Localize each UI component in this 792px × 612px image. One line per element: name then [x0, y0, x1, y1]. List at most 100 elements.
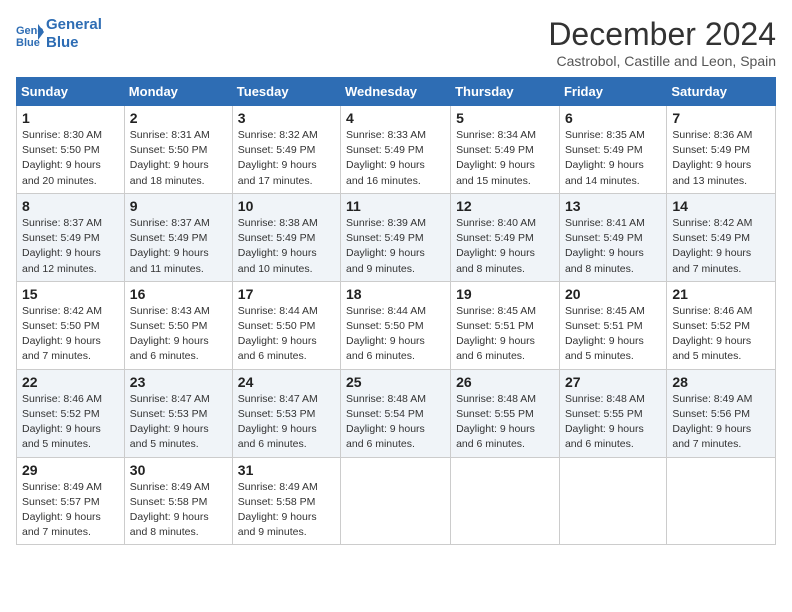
calendar-table: SundayMondayTuesdayWednesdayThursdayFrid…	[16, 77, 776, 545]
day-number: 23	[130, 374, 227, 390]
day-number: 6	[565, 110, 661, 126]
weekday-header-friday: Friday	[559, 78, 666, 106]
day-info: Sunrise: 8:48 AMSunset: 5:55 PMDaylight:…	[456, 392, 554, 453]
calendar-cell: 21 Sunrise: 8:46 AMSunset: 5:52 PMDaylig…	[667, 281, 776, 369]
calendar-cell: 15 Sunrise: 8:42 AMSunset: 5:50 PMDaylig…	[17, 281, 125, 369]
day-number: 12	[456, 198, 554, 214]
day-info: Sunrise: 8:39 AMSunset: 5:49 PMDaylight:…	[346, 216, 445, 277]
day-info: Sunrise: 8:45 AMSunset: 5:51 PMDaylight:…	[565, 304, 661, 365]
day-number: 11	[346, 198, 445, 214]
logo: General Blue General Blue	[16, 16, 102, 52]
day-number: 13	[565, 198, 661, 214]
day-number: 16	[130, 286, 227, 302]
calendar-cell: 18 Sunrise: 8:44 AMSunset: 5:50 PMDaylig…	[341, 281, 451, 369]
calendar-cell: 13 Sunrise: 8:41 AMSunset: 5:49 PMDaylig…	[559, 193, 666, 281]
day-info: Sunrise: 8:48 AMSunset: 5:55 PMDaylight:…	[565, 392, 661, 453]
day-info: Sunrise: 8:41 AMSunset: 5:49 PMDaylight:…	[565, 216, 661, 277]
day-number: 24	[238, 374, 335, 390]
day-number: 9	[130, 198, 227, 214]
calendar-cell: 20 Sunrise: 8:45 AMSunset: 5:51 PMDaylig…	[559, 281, 666, 369]
calendar-cell: 5 Sunrise: 8:34 AMSunset: 5:49 PMDayligh…	[451, 106, 560, 194]
calendar-cell: 11 Sunrise: 8:39 AMSunset: 5:49 PMDaylig…	[341, 193, 451, 281]
day-number: 17	[238, 286, 335, 302]
calendar-cell: 1 Sunrise: 8:30 AMSunset: 5:50 PMDayligh…	[17, 106, 125, 194]
calendar-cell: 22 Sunrise: 8:46 AMSunset: 5:52 PMDaylig…	[17, 369, 125, 457]
calendar-cell: 27 Sunrise: 8:48 AMSunset: 5:55 PMDaylig…	[559, 369, 666, 457]
day-number: 14	[672, 198, 770, 214]
calendar-cell	[341, 457, 451, 545]
day-number: 2	[130, 110, 227, 126]
day-number: 20	[565, 286, 661, 302]
day-info: Sunrise: 8:35 AMSunset: 5:49 PMDaylight:…	[565, 128, 661, 189]
day-info: Sunrise: 8:32 AMSunset: 5:49 PMDaylight:…	[238, 128, 335, 189]
svg-text:Blue: Blue	[16, 37, 40, 48]
day-info: Sunrise: 8:45 AMSunset: 5:51 PMDaylight:…	[456, 304, 554, 365]
calendar-cell: 4 Sunrise: 8:33 AMSunset: 5:49 PMDayligh…	[341, 106, 451, 194]
day-info: Sunrise: 8:44 AMSunset: 5:50 PMDaylight:…	[238, 304, 335, 365]
calendar-cell: 10 Sunrise: 8:38 AMSunset: 5:49 PMDaylig…	[232, 193, 340, 281]
day-info: Sunrise: 8:42 AMSunset: 5:49 PMDaylight:…	[672, 216, 770, 277]
calendar-cell: 17 Sunrise: 8:44 AMSunset: 5:50 PMDaylig…	[232, 281, 340, 369]
day-number: 28	[672, 374, 770, 390]
day-number: 3	[238, 110, 335, 126]
calendar-cell: 29 Sunrise: 8:49 AMSunset: 5:57 PMDaylig…	[17, 457, 125, 545]
day-info: Sunrise: 8:49 AMSunset: 5:57 PMDaylight:…	[22, 480, 119, 541]
day-info: Sunrise: 8:33 AMSunset: 5:49 PMDaylight:…	[346, 128, 445, 189]
day-number: 5	[456, 110, 554, 126]
day-number: 31	[238, 462, 335, 478]
day-number: 25	[346, 374, 445, 390]
day-info: Sunrise: 8:34 AMSunset: 5:49 PMDaylight:…	[456, 128, 554, 189]
day-info: Sunrise: 8:47 AMSunset: 5:53 PMDaylight:…	[130, 392, 227, 453]
day-number: 30	[130, 462, 227, 478]
calendar-cell: 16 Sunrise: 8:43 AMSunset: 5:50 PMDaylig…	[124, 281, 232, 369]
weekday-header-tuesday: Tuesday	[232, 78, 340, 106]
calendar-cell: 12 Sunrise: 8:40 AMSunset: 5:49 PMDaylig…	[451, 193, 560, 281]
day-info: Sunrise: 8:42 AMSunset: 5:50 PMDaylight:…	[22, 304, 119, 365]
calendar-cell: 8 Sunrise: 8:37 AMSunset: 5:49 PMDayligh…	[17, 193, 125, 281]
calendar-cell: 14 Sunrise: 8:42 AMSunset: 5:49 PMDaylig…	[667, 193, 776, 281]
day-info: Sunrise: 8:46 AMSunset: 5:52 PMDaylight:…	[672, 304, 770, 365]
day-number: 21	[672, 286, 770, 302]
day-info: Sunrise: 8:38 AMSunset: 5:49 PMDaylight:…	[238, 216, 335, 277]
day-info: Sunrise: 8:49 AMSunset: 5:58 PMDaylight:…	[130, 480, 227, 541]
day-number: 29	[22, 462, 119, 478]
day-number: 22	[22, 374, 119, 390]
calendar-cell: 19 Sunrise: 8:45 AMSunset: 5:51 PMDaylig…	[451, 281, 560, 369]
day-number: 8	[22, 198, 119, 214]
calendar-cell: 6 Sunrise: 8:35 AMSunset: 5:49 PMDayligh…	[559, 106, 666, 194]
calendar-cell: 24 Sunrise: 8:47 AMSunset: 5:53 PMDaylig…	[232, 369, 340, 457]
calendar-cell: 9 Sunrise: 8:37 AMSunset: 5:49 PMDayligh…	[124, 193, 232, 281]
calendar-cell: 2 Sunrise: 8:31 AMSunset: 5:50 PMDayligh…	[124, 106, 232, 194]
calendar-cell	[559, 457, 666, 545]
calendar-cell	[667, 457, 776, 545]
page-header: General Blue General Blue December 2024 …	[16, 16, 776, 69]
day-number: 1	[22, 110, 119, 126]
month-title: December 2024	[548, 16, 776, 53]
calendar-cell: 26 Sunrise: 8:48 AMSunset: 5:55 PMDaylig…	[451, 369, 560, 457]
calendar-cell: 30 Sunrise: 8:49 AMSunset: 5:58 PMDaylig…	[124, 457, 232, 545]
day-info: Sunrise: 8:37 AMSunset: 5:49 PMDaylight:…	[22, 216, 119, 277]
day-info: Sunrise: 8:43 AMSunset: 5:50 PMDaylight:…	[130, 304, 227, 365]
day-number: 27	[565, 374, 661, 390]
logo-icon: General Blue	[16, 20, 44, 48]
day-number: 18	[346, 286, 445, 302]
day-info: Sunrise: 8:40 AMSunset: 5:49 PMDaylight:…	[456, 216, 554, 277]
weekday-header-monday: Monday	[124, 78, 232, 106]
day-number: 15	[22, 286, 119, 302]
title-area: December 2024 Castrobol, Castille and Le…	[548, 16, 776, 69]
day-number: 19	[456, 286, 554, 302]
weekday-header-thursday: Thursday	[451, 78, 560, 106]
day-info: Sunrise: 8:49 AMSunset: 5:58 PMDaylight:…	[238, 480, 335, 541]
day-info: Sunrise: 8:30 AMSunset: 5:50 PMDaylight:…	[22, 128, 119, 189]
day-info: Sunrise: 8:44 AMSunset: 5:50 PMDaylight:…	[346, 304, 445, 365]
day-info: Sunrise: 8:47 AMSunset: 5:53 PMDaylight:…	[238, 392, 335, 453]
weekday-header-saturday: Saturday	[667, 78, 776, 106]
weekday-header-sunday: Sunday	[17, 78, 125, 106]
day-info: Sunrise: 8:48 AMSunset: 5:54 PMDaylight:…	[346, 392, 445, 453]
day-info: Sunrise: 8:31 AMSunset: 5:50 PMDaylight:…	[130, 128, 227, 189]
day-info: Sunrise: 8:49 AMSunset: 5:56 PMDaylight:…	[672, 392, 770, 453]
day-info: Sunrise: 8:36 AMSunset: 5:49 PMDaylight:…	[672, 128, 770, 189]
location-subtitle: Castrobol, Castille and Leon, Spain	[548, 53, 776, 69]
day-number: 7	[672, 110, 770, 126]
day-info: Sunrise: 8:46 AMSunset: 5:52 PMDaylight:…	[22, 392, 119, 453]
